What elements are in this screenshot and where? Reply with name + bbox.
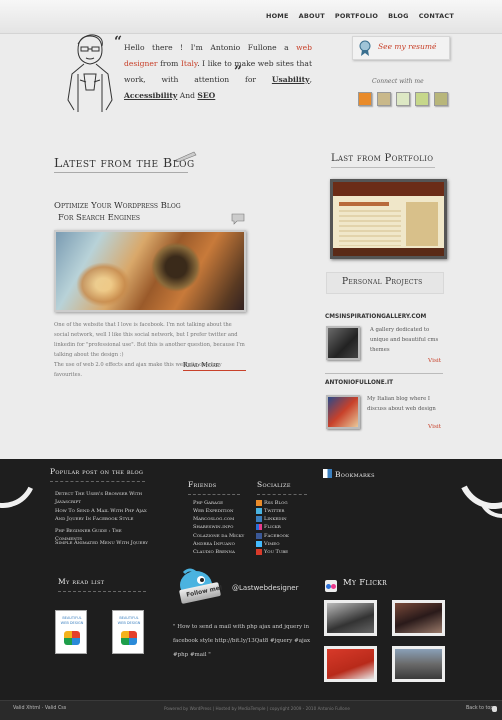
project-thumbnail-2[interactable] <box>326 395 360 429</box>
socialize-heading: Socialize <box>257 480 291 489</box>
youtube-small-icon <box>256 549 262 555</box>
blog-heading-underline <box>54 172 188 173</box>
vimeo-small-icon <box>256 541 262 547</box>
friend-item-6[interactable]: Andrea Infuano <box>193 540 235 548</box>
twitter-handle[interactable]: @Lastwebdesigner <box>232 584 298 592</box>
book-cover-2[interactable]: BEAUTIFUL WEB DESIGN <box>112 610 144 654</box>
mail-icon[interactable] <box>396 92 410 106</box>
intro-greeting: Hello there ! I'm Antonio Fullone a <box>124 43 297 52</box>
flickr-photo-2[interactable] <box>392 600 445 636</box>
social-item-1[interactable]: Rss Blog <box>264 499 288 507</box>
project-desc-1: A gallery dedicated to unique and beauti… <box>370 327 439 353</box>
quote-close-icon: ” <box>234 64 243 80</box>
post-title-line1[interactable]: Optimize Your Wordpress Blog <box>54 200 204 212</box>
nav-about[interactable]: ABOUT <box>299 12 325 20</box>
latest-tweet: " How to send a mail with php ajax and j… <box>173 624 311 658</box>
post-title[interactable]: Optimize Your Wordpress Blog For Search … <box>54 200 204 224</box>
social-item-3[interactable]: Linkedin <box>264 515 287 523</box>
facebook-small-icon <box>256 533 262 539</box>
bookmarks-heading: Bookmarks <box>335 470 375 479</box>
nav-blog[interactable]: BLOG <box>388 12 409 20</box>
connect-label: Connect with me <box>372 78 424 85</box>
project-desc-2: My Italian blog where I discuss about we… <box>367 396 436 412</box>
project-separator <box>325 373 443 374</box>
linkedin-small-icon <box>256 516 262 522</box>
comment-icon[interactable] <box>231 213 245 225</box>
friends-heading: Friends <box>188 480 217 489</box>
readlist-divider <box>58 591 146 592</box>
intro-text: Hello there ! I'm Antonio Fullone a web … <box>124 43 313 100</box>
friend-item-2[interactable]: Web Expedition <box>193 507 234 515</box>
link-seo[interactable]: SEO <box>197 91 215 100</box>
flickr-photo-3[interactable] <box>324 646 377 682</box>
flickr-photo-1[interactable] <box>324 600 377 636</box>
bookmarks-icon <box>323 469 332 478</box>
rss-small-icon <box>256 500 262 506</box>
post-title-line2[interactable]: For Search Engines <box>54 212 204 224</box>
linkedin-icon[interactable] <box>377 92 391 106</box>
popular-item-1[interactable]: Detect The User's Browser With Javascrip… <box>55 490 150 506</box>
validation-links[interactable]: Valid Xhtml · Valid Css <box>13 706 66 711</box>
post-excerpt-p1: One of the website that I love is facebo… <box>54 322 245 358</box>
readlist-heading: My read list <box>58 577 105 586</box>
popular-heading: Popular post on the blog <box>50 467 144 476</box>
friend-item-1[interactable]: Php Garage <box>193 499 223 507</box>
delicious-icon[interactable] <box>415 92 429 106</box>
nav-portfolio[interactable]: PORTFOLIO <box>335 12 378 20</box>
link-usability[interactable]: Usability <box>272 75 310 84</box>
social-item-2[interactable]: Twitter <box>264 507 284 515</box>
project-visit-1[interactable]: Visit <box>428 358 441 364</box>
pencil-icon <box>174 151 197 162</box>
popular-item-4[interactable]: Simple Animated Menu With Jquery <box>55 539 150 547</box>
flickr-photo-4[interactable] <box>392 646 445 682</box>
popular-divider <box>50 481 145 482</box>
flickr-small-icon <box>256 524 262 530</box>
link-accessibility[interactable]: Accessibility <box>124 91 177 100</box>
friend-item-4[interactable]: Shareswin.info <box>193 523 233 531</box>
flickr-icon <box>325 580 337 592</box>
portfolio-heading-underline <box>331 167 435 168</box>
social-item-7[interactable]: You Tube <box>264 548 288 556</box>
rss-icon[interactable] <box>358 92 372 106</box>
read-more-link[interactable]: Read More <box>183 361 219 369</box>
social-item-4[interactable]: Flickr <box>264 523 281 531</box>
twitter-small-icon <box>256 508 262 514</box>
intro-and: And <box>177 91 198 100</box>
nav-contact[interactable]: CONTACT <box>419 12 454 20</box>
intro-country[interactable]: Italy <box>181 59 197 68</box>
projects-heading: Personal Projects <box>342 277 423 287</box>
friend-item-7[interactable]: Claudio Brenna <box>193 548 235 556</box>
main-nav: HOME ABOUT PORTFOLIO BLOG CONTACT <box>266 12 454 20</box>
project-name-1[interactable]: CMSINSPIRATIONGALLERY.COM <box>325 314 426 320</box>
back-to-top-link[interactable]: Back to top <box>466 706 493 711</box>
post-excerpt: One of the website that I love is facebo… <box>54 320 246 380</box>
friends-divider <box>188 494 240 495</box>
social-item-5[interactable]: Facebook <box>264 532 289 540</box>
book-cover-1[interactable]: BEAUTIFUL WEB DESIGN <box>55 610 87 654</box>
portfolio-heading: Last from Portfolio <box>331 153 434 164</box>
read-more-underline <box>183 370 246 371</box>
resume-label[interactable]: See my resumé <box>378 42 436 51</box>
socialize-divider <box>257 494 307 495</box>
nav-home[interactable]: HOME <box>266 12 289 20</box>
friend-item-3[interactable]: Marcoslog.com <box>193 515 234 523</box>
post-image[interactable] <box>54 230 246 312</box>
quote-open-icon: “ <box>114 34 123 50</box>
project-thumbnail-1[interactable] <box>326 326 360 360</box>
resume-badge-icon <box>359 40 371 56</box>
popular-item-2[interactable]: How To Send A Mail With Php Ajax And Jqu… <box>55 507 150 523</box>
social-item-6[interactable]: Vimeo <box>264 540 280 548</box>
project-name-2[interactable]: ANTONIOFULLONE.IT <box>325 380 393 386</box>
flickr-heading: My Flickr <box>343 578 387 588</box>
intro-from: from <box>157 59 181 68</box>
user-icon[interactable] <box>434 92 448 106</box>
portfolio-thumbnail[interactable] <box>330 179 447 259</box>
avatar-sketch <box>67 34 113 112</box>
project-visit-2[interactable]: Visit <box>428 424 441 430</box>
arrow-up-icon[interactable] <box>492 706 497 712</box>
copyright-text: Powered by WordPress | Hosted by MediaTe… <box>164 706 350 711</box>
friend-item-5[interactable]: Colazione da Micky <box>193 532 244 540</box>
